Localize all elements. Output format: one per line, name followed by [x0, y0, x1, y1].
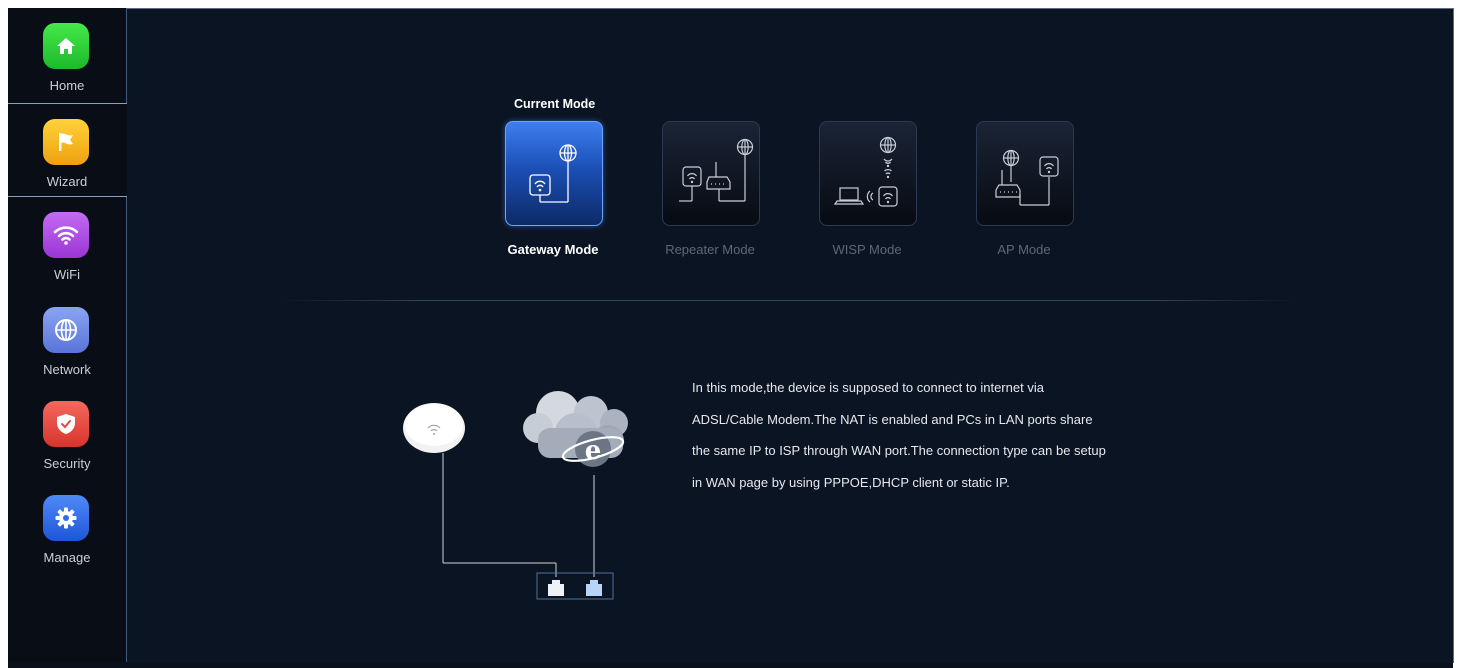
mode-label: AP Mode [997, 242, 1051, 257]
mode-repeater[interactable]: Repeater Mode [662, 121, 762, 257]
sidebar-item-label: Wizard [46, 174, 88, 189]
globe-icon [43, 307, 89, 353]
sidebar-item-wifi[interactable]: WiFi [8, 197, 126, 291]
sidebar: Home Wizard WiFi Network Security Manage [8, 8, 127, 662]
flag-icon [43, 119, 89, 165]
repeater-mode-icon [662, 121, 760, 226]
mode-description: In this mode,the device is supposed to c… [692, 380, 1106, 490]
mode-gateway[interactable]: Gateway Mode [505, 121, 605, 257]
gateway-mode-icon [505, 121, 603, 226]
sidebar-item-label: Network [43, 362, 91, 377]
wisp-mode-icon [819, 121, 917, 226]
sidebar-item-label: Security [43, 456, 91, 471]
wifi-icon [43, 212, 89, 258]
sidebar-item-manage[interactable]: Manage [8, 480, 126, 574]
sidebar-item-label: WiFi [54, 267, 80, 282]
gear-icon [43, 495, 89, 541]
main-content [127, 8, 1454, 663]
sidebar-item-security[interactable]: Security [8, 386, 126, 480]
sidebar-item-label: Home [49, 78, 85, 93]
sidebar-item-home[interactable]: Home [8, 8, 126, 102]
mode-label: WISP Mode [832, 242, 902, 257]
current-mode-label: Current Mode [514, 97, 596, 111]
shield-icon [43, 401, 89, 447]
home-icon [43, 23, 89, 69]
mode-wisp[interactable]: WISP Mode [819, 121, 919, 257]
mode-label: Gateway Mode [507, 242, 599, 257]
internet-cloud-icon: e [523, 391, 628, 467]
access-point-icon [403, 403, 465, 453]
app-frame: Home Wizard WiFi Network Security Manage… [8, 8, 1454, 668]
ap-mode-icon [976, 121, 1074, 226]
topology-diagram: e [403, 391, 628, 600]
sidebar-item-network[interactable]: Network [8, 292, 126, 386]
mode-ap[interactable]: AP Mode [976, 121, 1076, 257]
sidebar-item-label: Manage [43, 550, 91, 565]
section-divider [278, 300, 1298, 301]
ethernet-ports-icon [536, 572, 614, 600]
sidebar-item-wizard[interactable]: Wizard [8, 103, 127, 197]
mode-label: Repeater Mode [665, 242, 755, 257]
